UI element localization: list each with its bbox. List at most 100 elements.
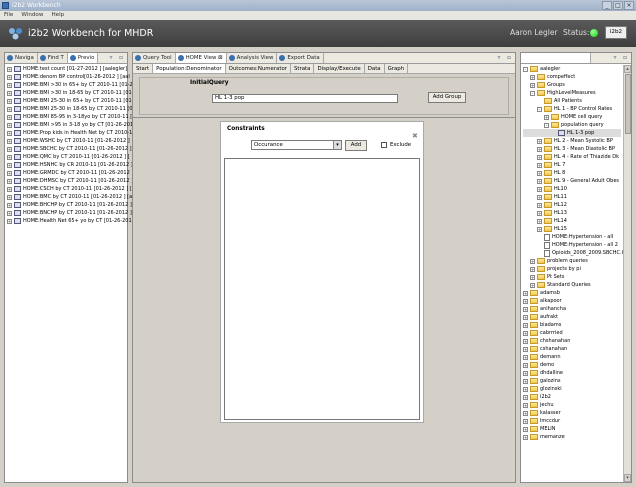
previous-query-item[interactable]: + HOME:CSCH by CT 2010-11 [01-26-2012 ] [ [7,185,132,193]
tree-item[interactable]: + HL10 [523,185,621,193]
tree-item[interactable]: + MELIN [523,425,621,433]
tree-item[interactable]: + HL11 [523,193,621,201]
tree-item[interactable]: + demo [523,361,621,369]
tree-item[interactable]: + HL14 [523,217,621,225]
subtab-graph[interactable]: Graph [385,64,409,73]
maximize-icon[interactable]: ▫ [621,54,629,62]
tree-item[interactable]: + jechu [523,401,621,409]
add-group-button[interactable]: Add Group [428,92,466,103]
tab-export-data[interactable]: Export Data [277,53,324,63]
scroll-thumb[interactable] [625,74,631,134]
tree-item[interactable]: + HL 7 [523,161,621,169]
expand-icon[interactable]: + [7,114,12,120]
collapse-icon[interactable]: - [537,106,542,112]
constraint-type-select[interactable]: Occurance ▾ [251,140,342,150]
workplace-scrollbar[interactable]: ▴ ▾ [623,65,631,482]
expand-icon[interactable]: + [523,314,528,320]
previous-query-item[interactable]: + HOME:test count [01-27-2012 ] [aalegler… [7,65,127,73]
previous-query-item[interactable]: + HOME:WSHC by CT 2010-11 [01-26-2012 ] [7,137,130,145]
expand-icon[interactable]: + [7,202,12,208]
expand-icon[interactable]: + [523,362,528,368]
tree-item[interactable]: - aalegler [523,65,621,73]
expand-icon[interactable]: + [7,218,12,224]
previous-query-item[interactable]: + HOME:SBCHC by CT 2010-11 [01-26-2012 ] [7,145,132,153]
tree-item[interactable]: + galozins [523,377,621,385]
tree-item[interactable]: + Standard Queries [523,281,621,289]
tree-item[interactable]: + cshanahan [523,345,621,353]
expand-icon[interactable]: + [7,106,12,112]
tree-item[interactable]: + glozinski [523,385,621,393]
expand-icon[interactable]: + [537,194,542,200]
subtab-strata[interactable]: Strata [291,64,315,73]
minimize-icon[interactable]: ▿ [495,54,503,62]
minimize-icon[interactable]: ▿ [107,54,115,62]
tree-item[interactable]: + HL 8 [523,169,621,177]
expand-icon[interactable]: + [7,178,12,184]
tree-item[interactable]: + alkapoor [523,297,621,305]
tree-item[interactable]: + kalasser [523,409,621,417]
expand-icon[interactable]: + [523,386,528,392]
tab-home-view[interactable]: HOME View ⊠ [175,53,227,63]
expand-icon[interactable]: + [7,98,12,104]
expand-icon[interactable]: + [537,154,542,160]
expand-icon[interactable]: + [523,290,528,296]
expand-icon[interactable]: + [523,338,528,344]
tree-item[interactable]: HOME:Hypertension - all [523,233,621,241]
minimize-icon[interactable]: ▿ [611,54,619,62]
expand-icon[interactable]: + [537,226,542,232]
expand-icon[interactable]: + [523,378,528,384]
previous-query-item[interactable]: + HOME:Prop kids in Health Net by CT 2010… [7,129,132,137]
expand-icon[interactable]: + [7,66,12,72]
close-icon[interactable]: ✖ [412,132,418,140]
expand-icon[interactable]: + [7,194,12,200]
chevron-down-icon[interactable]: ▾ [333,141,341,149]
tab-navigate[interactable]: Naviga [5,53,38,63]
expand-icon[interactable]: + [530,82,535,88]
expand-icon[interactable]: + [523,394,528,400]
previous-query-item[interactable]: + HOME:BNCHP by CT 2010-11 [01-26-2012 ] [7,209,132,217]
tree-item[interactable]: - HL 1 - BP Control Rates [523,105,621,113]
subtab-display-execute[interactable]: Display/Execute [314,64,365,73]
expand-icon[interactable]: + [523,410,528,416]
expand-icon[interactable]: + [7,154,12,160]
expand-icon[interactable]: + [7,90,12,96]
expand-icon[interactable]: + [530,274,535,280]
tree-item[interactable]: + HL15 [523,225,621,233]
tab-find-terms[interactable]: Find T [38,53,68,63]
expand-icon[interactable]: + [530,258,535,264]
tree-item[interactable]: + HL 2 - Mean Systolic BP [523,137,621,145]
expand-icon[interactable]: + [7,186,12,192]
expand-icon[interactable]: + [523,330,528,336]
previous-query-item[interactable]: + HOME:BMI >30 in 18-65 by CT 2010-11 [01 [7,89,132,97]
subtab-start[interactable]: Start [133,64,154,73]
expand-icon[interactable]: + [537,138,542,144]
expand-icon[interactable]: + [523,298,528,304]
previous-query-item[interactable]: + HOME:BMI 25-30 in 65+ by CT 2010-11 [01 [7,97,132,105]
previous-query-item[interactable]: + HOME:DHMSC by CT 2010-11 [01-26-2012 ] [7,177,133,185]
previous-query-item[interactable]: + HOME:BHCHP by CT 2010-11 [01-26-2012 ] [7,201,132,209]
expand-icon[interactable]: + [7,122,12,128]
previous-query-item[interactable]: + HOME:BMC by CT 2010-11 [01-26-2012 ] [a… [7,193,135,201]
previous-query-item[interactable]: + HOME:Health Net 65+ yo by CT [01-26-201 [7,217,132,225]
tab-workplace[interactable] [521,53,591,63]
previous-query-item[interactable]: + HOME:denom BP control[01-26-2012 ] [aal [7,73,130,81]
tree-item[interactable]: + memanze [523,433,621,441]
tree-item[interactable]: + adamsb [523,289,621,297]
expand-icon[interactable]: + [7,138,12,144]
expand-icon[interactable]: + [7,146,12,152]
tree-item[interactable]: + problem queries [523,257,621,265]
expand-icon[interactable]: + [530,266,535,272]
tree-item[interactable]: + aufrakt [523,313,621,321]
scroll-down-icon[interactable]: ▾ [624,474,631,482]
tree-item[interactable]: + HL12 [523,201,621,209]
expand-icon[interactable]: + [537,202,542,208]
expand-icon[interactable]: + [523,306,528,312]
tree-item[interactable]: HOME:Hypertension - all 2 [523,241,621,249]
previous-query-item[interactable]: + HOME:BMI >95 in 3-18 yo by CT [01-26-20… [7,121,133,129]
expand-icon[interactable]: + [537,178,542,184]
expand-icon[interactable]: + [544,114,549,120]
tree-item[interactable]: + HL13 [523,209,621,217]
tree-item[interactable]: + biadams [523,321,621,329]
subtab-data[interactable]: Data [365,64,385,73]
expand-icon[interactable]: + [537,170,542,176]
